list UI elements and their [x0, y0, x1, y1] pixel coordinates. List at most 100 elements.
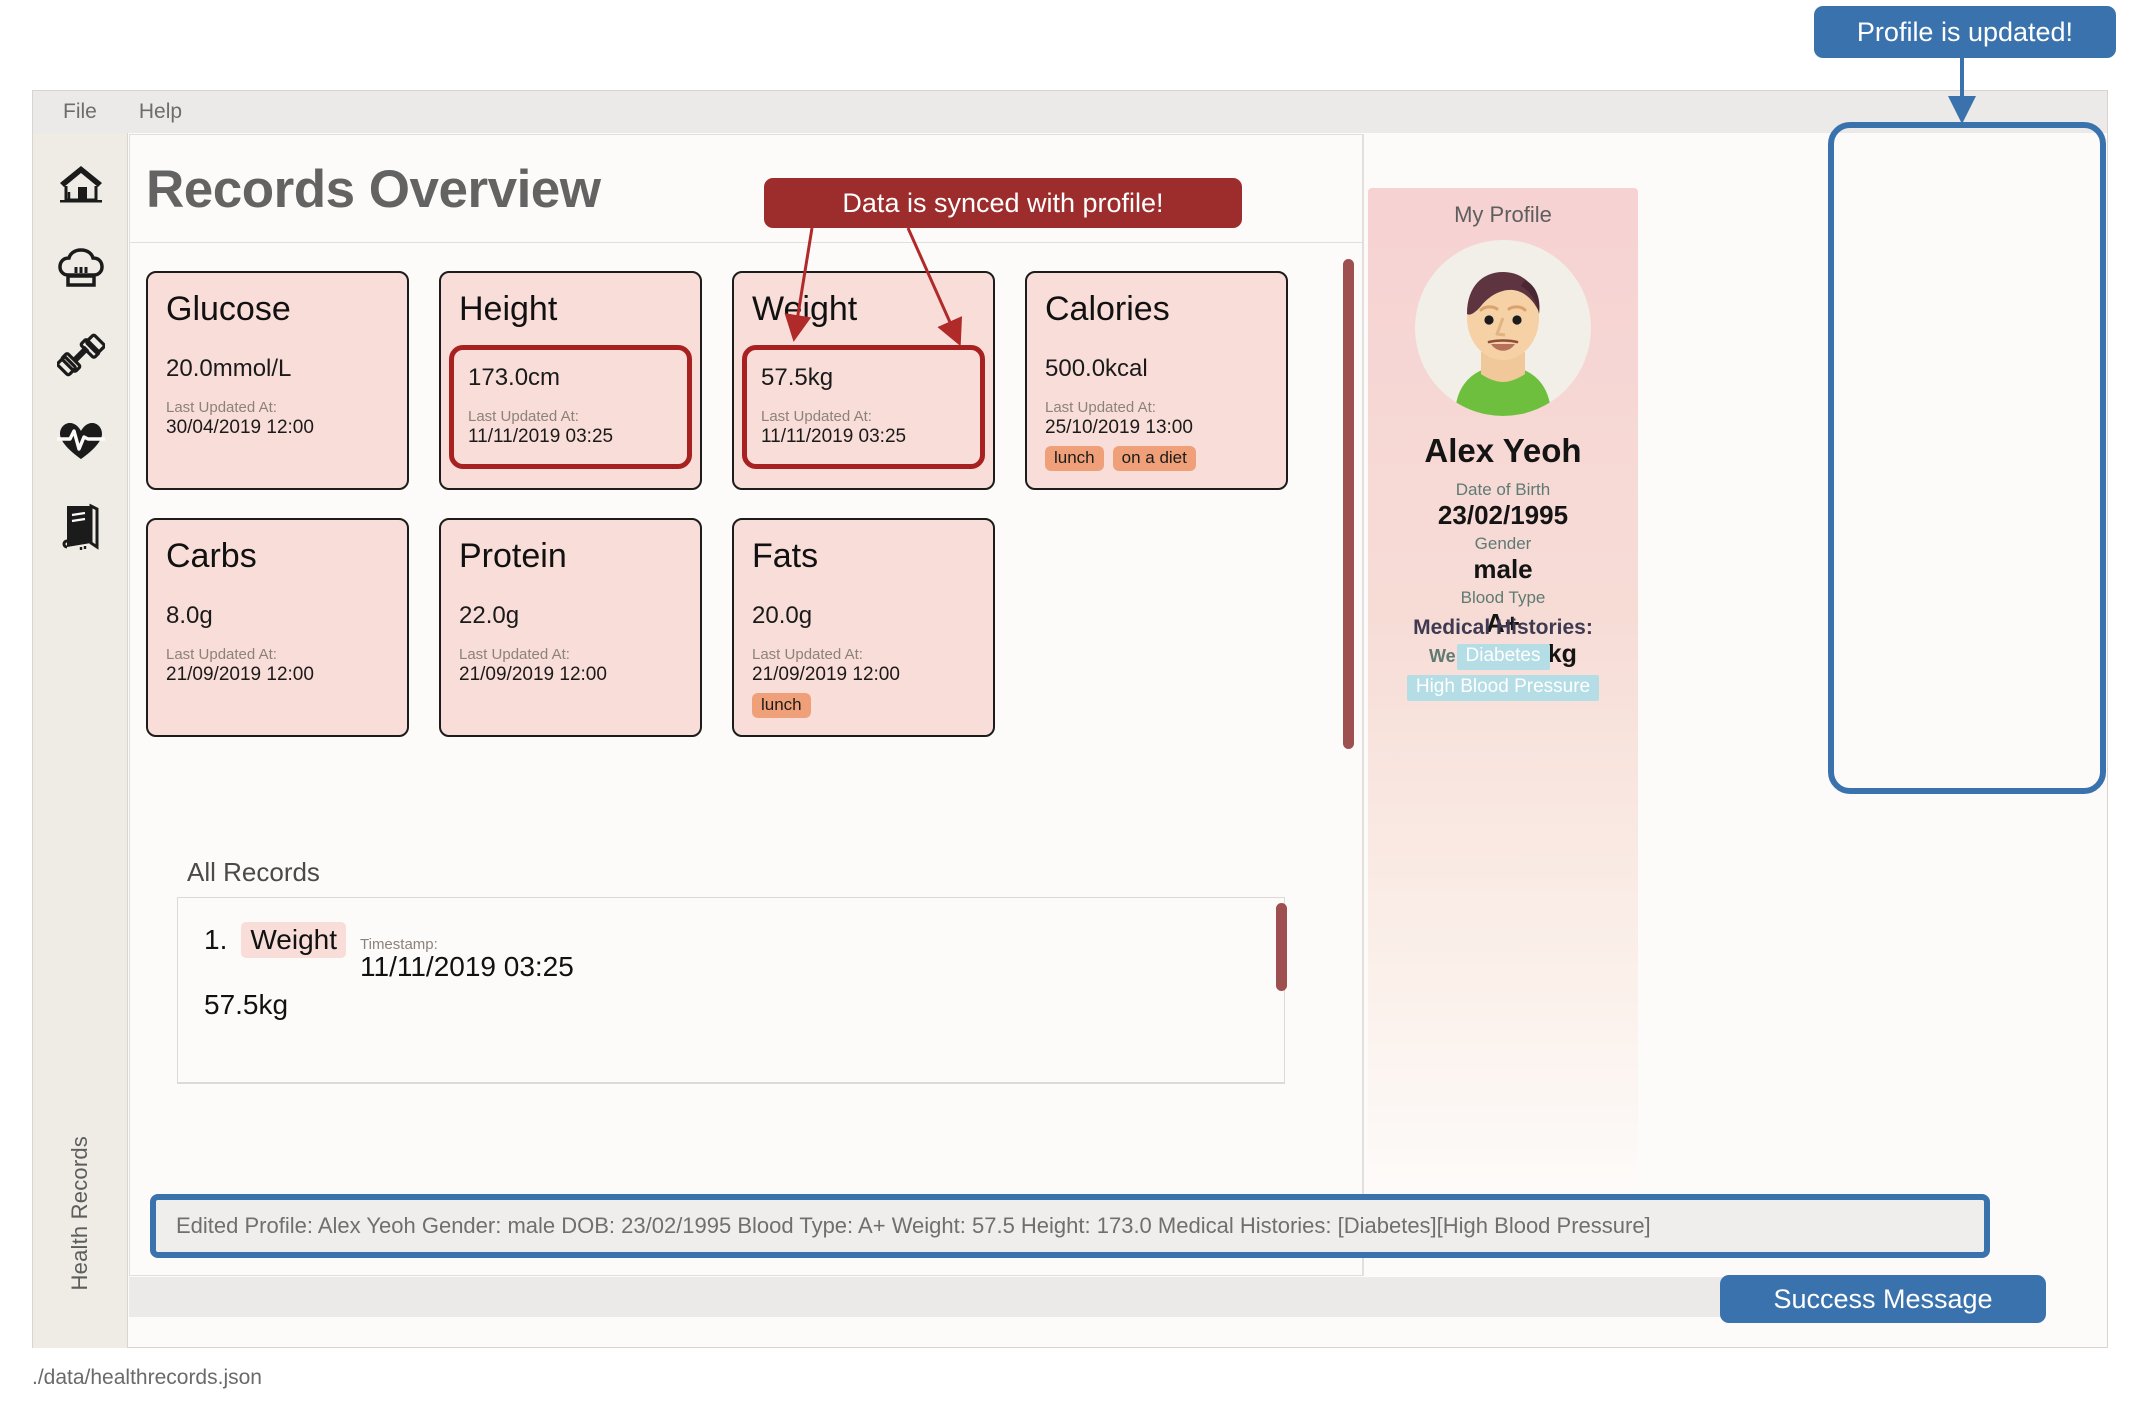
sidebar-item-records[interactable]: [53, 499, 109, 555]
callout-profile-updated-text: Profile is updated!: [1856, 16, 2074, 47]
record-card-value: 22.0g: [459, 602, 520, 629]
medical-histories-chip-list: Diabetes High Blood Pressure: [1368, 644, 1638, 701]
record-card-body: 20.0g Last Updated At: 21/09/2019 12:00 lun…: [752, 602, 979, 718]
profile-card: My Profile Alex Yeoh Date of Birth 23/02…: [1368, 188, 1638, 1198]
profile-field-gender-value: male: [1473, 554, 1533, 584]
avatar: [1415, 240, 1591, 416]
record-card-lastupdated-value: 21/09/2019 12:00: [752, 664, 900, 685]
list-item-header: 1. Weight Timestamp: 11/11/2019 03:25: [204, 922, 1258, 983]
profile-panel-title: My Profile: [1454, 202, 1552, 227]
sidebar-item-exercise[interactable]: [53, 327, 109, 383]
list-item-index: 1.: [204, 924, 228, 955]
record-card-value: 20.0g: [752, 602, 813, 629]
record-card-title: Weight: [752, 290, 858, 328]
record-card-body: 57.5kg Last Updated At: 11/11/2019 03:25: [742, 345, 985, 469]
record-card-tag: on a diet: [1112, 446, 1196, 471]
list-item-type-badge: Weight: [241, 922, 346, 958]
status-message-text: Edited Profile: Alex Yeoh Gender: male D…: [176, 1213, 1651, 1238]
records-divider: [177, 1083, 1285, 1084]
record-card-tag-row: lunch: [752, 693, 979, 718]
record-card-lastupdated-value: 25/10/2019 13:00: [1045, 417, 1193, 438]
main-content: Records Overview Glucose 20.0mmol/L Last U…: [129, 134, 1363, 1276]
sidebar-item-health[interactable]: [53, 413, 109, 469]
record-card-tag: lunch: [752, 693, 811, 718]
sidebar-item-home[interactable]: [53, 155, 109, 211]
record-card-title: Height: [459, 290, 558, 328]
record-card[interactable]: Height 173.0cm Last Updated At: 11/11/2019 …: [439, 271, 702, 490]
callout-success-message: Success Message: [1720, 1275, 2046, 1323]
cards-scrollbar[interactable]: [1343, 259, 1354, 806]
profile-field-gender-label: Gender: [1474, 534, 1532, 553]
record-card-lastupdated-label: Last Updated At:: [166, 646, 277, 663]
medical-history-chip: High Blood Pressure: [1406, 675, 1600, 701]
profile-field-gender: Gender male: [1368, 534, 1638, 585]
record-card[interactable]: Carbs 8.0g Last Updated At: 21/09/2019 12:0…: [146, 518, 409, 737]
profile-field-bloodtype-label: Blood Type: [1460, 588, 1546, 607]
medical-history-chip: Diabetes: [1456, 644, 1550, 670]
profile-field-dob-label: Date of Birth: [1455, 480, 1551, 499]
record-card-tag: lunch: [1045, 446, 1104, 471]
profile-name: Alex Yeoh: [1424, 432, 1582, 469]
record-card-title: Calories: [1045, 290, 1170, 328]
record-card[interactable]: Fats 20.0g Last Updated At: 21/09/2019 12:0…: [732, 518, 995, 737]
all-records-list[interactable]: 1. Weight Timestamp: 11/11/2019 03:25 57.5kg: [177, 897, 1285, 1083]
record-card-value: 57.5kg: [761, 364, 834, 391]
callout-profile-updated: Profile is updated!: [1814, 6, 2116, 58]
record-card-body: 8.0g Last Updated At: 21/09/2019 12:00: [166, 602, 393, 686]
record-card-title: Fats: [752, 537, 819, 575]
record-card-tag-row: lunch on a diet: [1045, 446, 1272, 471]
medical-histories-title: Medical Histories:: [1413, 616, 1593, 639]
record-card-lastupdated-value: 11/11/2019 03:25: [468, 426, 614, 447]
record-card-value: 500.0kcal: [1045, 355, 1148, 382]
list-item-timestamp-value: 11/11/2019 03:25: [360, 951, 574, 982]
profile-field-dob-value: 23/02/1995: [1437, 500, 1569, 530]
status-message-bar: Edited Profile: Alex Yeoh Gender: male D…: [150, 1194, 1990, 1258]
cards-scroll-area[interactable]: Glucose 20.0mmol/L Last Updated At: 30/04/2…: [130, 243, 1364, 815]
record-card-lastupdated-value: 11/11/2019 03:25: [761, 426, 907, 447]
footer-file-path: ./data/healthrecords.json: [32, 1366, 262, 1389]
profile-column: My Profile Alex Yeoh Date of Birth 23/02…: [1363, 134, 1651, 1276]
notebook-icon: [61, 503, 101, 551]
record-card-lastupdated-label: Last Updated At:: [459, 646, 570, 663]
record-card-body: 20.0mmol/L Last Updated At: 30/04/2019 12:…: [166, 355, 393, 439]
menu-bar: File Help: [33, 91, 2107, 133]
list-item-timestamp: Timestamp: 11/11/2019 03:25: [360, 936, 574, 983]
chef-hat-icon: [57, 247, 104, 291]
records-scrollbar-thumb[interactable]: [1276, 903, 1287, 991]
record-card[interactable]: Weight 57.5kg Last Updated At: 11/11/2019 0…: [732, 271, 995, 490]
record-card-lastupdated-value: 21/09/2019 12:00: [166, 664, 314, 685]
menu-item-file[interactable]: File: [63, 100, 97, 124]
all-records-heading: All Records: [187, 857, 320, 887]
callout-success-message-text: Success Message: [1773, 1283, 1993, 1314]
record-card-body: 22.0g Last Updated At: 21/09/2019 12:00: [459, 602, 686, 686]
record-card-lastupdated-label: Last Updated At:: [761, 408, 872, 425]
app-vertical-label: Health Records: [67, 1135, 92, 1290]
callout-data-synced-text: Data is synced with profile!: [842, 187, 1164, 218]
record-card-body: 500.0kcal Last Updated At: 25/10/2019 13:0…: [1045, 355, 1272, 471]
list-item[interactable]: 1. Weight Timestamp: 11/11/2019 03:25 57.5kg: [178, 898, 1284, 1021]
menu-item-help[interactable]: Help: [139, 100, 182, 124]
page-title: Records Overview: [146, 160, 601, 219]
record-card[interactable]: Glucose 20.0mmol/L Last Updated At: 30/04/2…: [146, 271, 409, 490]
records-scrollbar[interactable]: [1276, 903, 1287, 1003]
record-card-lastupdated-label: Last Updated At:: [468, 408, 579, 425]
dumbbell-icon: [56, 332, 105, 378]
record-card-value: 8.0g: [166, 602, 213, 629]
record-card-body: 173.0cm Last Updated At: 11/11/2019 03:25: [449, 345, 692, 469]
record-card-title: Carbs: [166, 537, 257, 575]
screenshot-root: File Help Health Records Records Overvie…: [0, 0, 2156, 1402]
records-card-grid: Glucose 20.0mmol/L Last Updated At: 30/04/2…: [146, 271, 1316, 737]
record-card-lastupdated-label: Last Updated At:: [752, 646, 863, 663]
sidebar-rail: Health Records: [33, 133, 128, 1348]
record-card[interactable]: Calories 500.0kcal Last Updated At: 25/10/2…: [1025, 271, 1288, 490]
home-icon: [58, 162, 104, 204]
cards-scrollbar-thumb[interactable]: [1343, 259, 1354, 749]
sidebar-item-meals[interactable]: [53, 241, 109, 297]
record-card-lastupdated-value: 21/09/2019 12:00: [459, 664, 607, 685]
record-card-lastupdated-value: 30/04/2019 12:00: [166, 417, 314, 438]
list-item-value: 57.5kg: [204, 989, 289, 1020]
callout-data-synced: Data is synced with profile!: [764, 178, 1242, 228]
record-card-title: Protein: [459, 537, 567, 575]
heartbeat-icon: [56, 420, 105, 462]
record-card[interactable]: Protein 22.0g Last Updated At: 21/09/2019 1…: [439, 518, 702, 737]
